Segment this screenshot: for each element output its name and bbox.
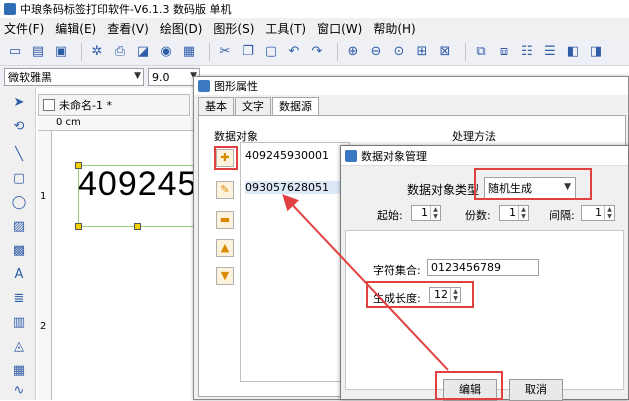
annotation-arrows	[282, 194, 449, 371]
arrow-edit-to-object	[282, 194, 449, 371]
